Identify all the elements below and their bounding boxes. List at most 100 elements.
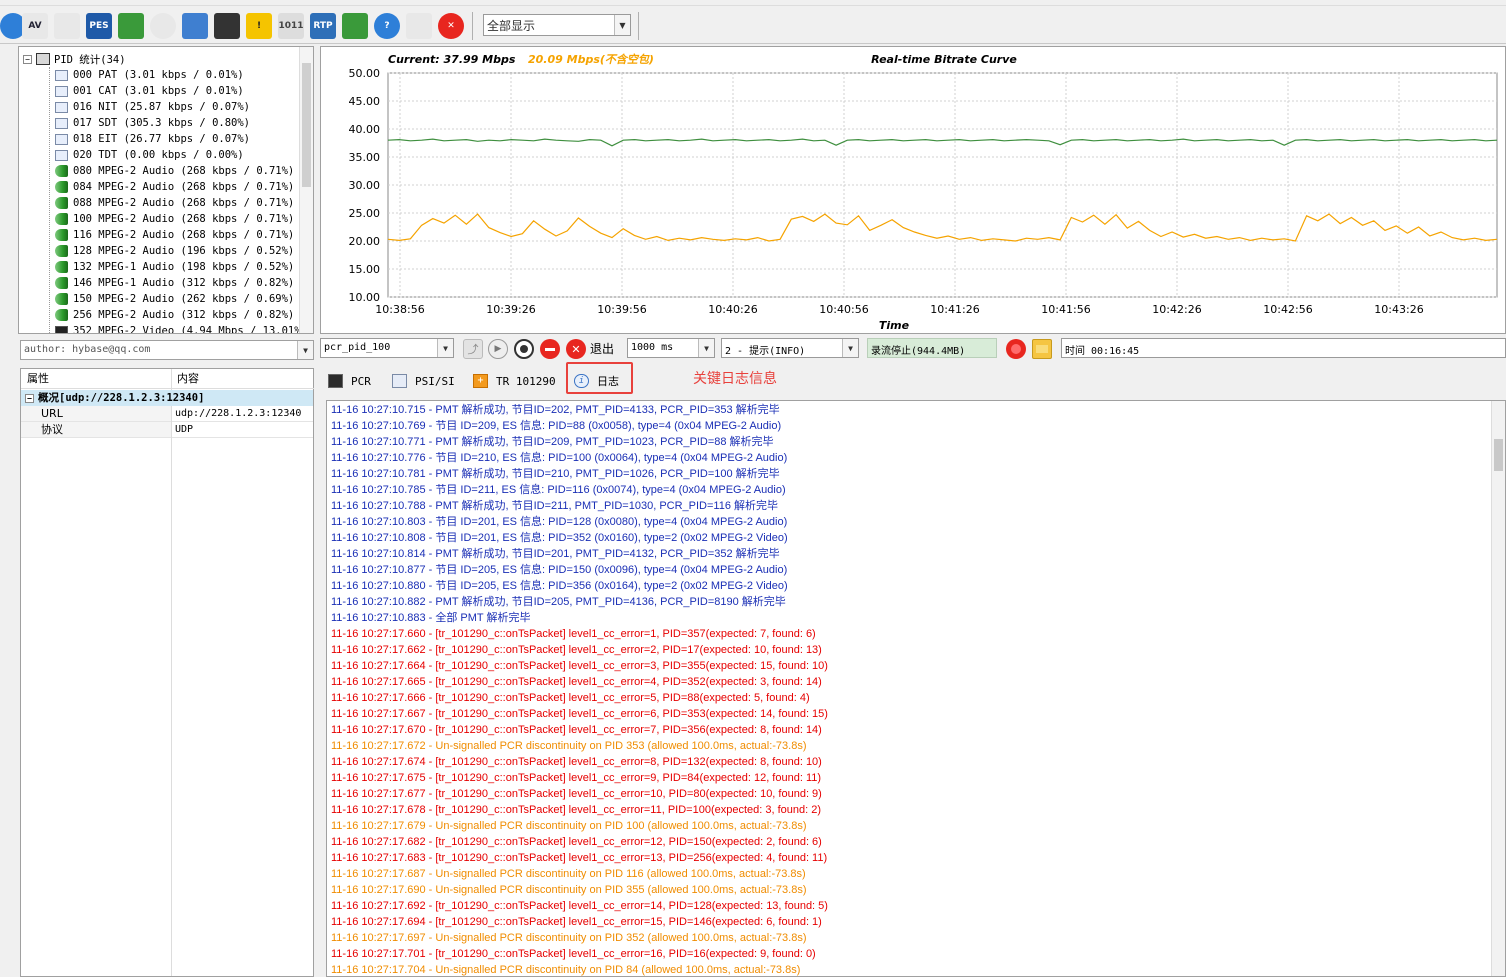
log-line: 11-16 10:27:17.677 - [tr_101290_c::onTsP… (331, 788, 822, 800)
tree-item-pid[interactable]: 020 TDT (0.00 kbps / 0.00%) (55, 147, 244, 163)
property-value[interactable]: udp://228.1.2.3:12340 (172, 406, 313, 422)
stop-icon: ✕ (447, 21, 455, 31)
pcr-pid-value: pcr_pid_100 (324, 342, 391, 353)
waveform-button[interactable] (54, 13, 80, 39)
tree-item-label: 016 NIT (25.87 kbps / 0.07%) (73, 101, 251, 113)
author-combo[interactable]: author: hybase@qq.com ▼ (20, 340, 314, 360)
tree-item-pid[interactable]: 017 SDT (305.3 kbps / 0.80%) (55, 115, 250, 131)
tree-root-pid-stats[interactable]: − PID 统计(34) (23, 51, 126, 67)
document-icon (55, 133, 68, 145)
x-tick-label: 10:41:26 (930, 303, 979, 316)
chevron-down-icon[interactable]: ▼ (698, 339, 714, 357)
tree-item-pid[interactable]: 016 NIT (25.87 kbps / 0.07%) (55, 99, 250, 115)
image-button[interactable] (342, 13, 368, 39)
property-value[interactable]: UDP (172, 422, 313, 438)
speaker-icon (55, 245, 68, 257)
log-level-select[interactable]: 2 - 提示(INFO) ▼ (721, 338, 859, 358)
tree-scrollbar[interactable] (299, 47, 313, 333)
tree-root-label: PID 统计(34) (54, 53, 126, 66)
log-scrollbar-thumb[interactable] (1494, 439, 1503, 471)
y-tick-label: 15.00 (349, 263, 381, 276)
current-bitrate-label: Current: 37.99 Mbps (388, 53, 516, 66)
property-group-overview[interactable]: − 概况[udp://228.1.2.3:12340] (21, 390, 313, 406)
toolbar-separator (638, 12, 639, 40)
chevron-down-icon[interactable]: ▼ (614, 15, 630, 35)
play-button[interactable]: ▶ (488, 339, 508, 359)
tab-psisi[interactable]: PSI/SI (392, 367, 455, 395)
warning-button[interactable]: ! (246, 13, 272, 39)
tree-item-pid[interactable]: 128 MPEG-2 Audio (196 kbps / 0.52%) (55, 243, 294, 259)
bitrate-chart-svg: 10.0015.0020.0025.0030.0035.0040.0045.00… (349, 53, 1498, 332)
x-tick-label: 10:42:56 (1263, 303, 1312, 316)
tree-item-label: 020 TDT (0.00 kbps / 0.00%) (73, 149, 244, 161)
tab-pcr[interactable]: PCR (328, 367, 371, 395)
tree-item-pid[interactable]: 088 MPEG-2 Audio (268 kbps / 0.71%) (55, 195, 294, 211)
tree-item-pid[interactable]: 146 MPEG-1 Audio (312 kbps / 0.82%) (55, 275, 294, 291)
stop-button[interactable]: ✕ (438, 13, 464, 39)
open-folder-button[interactable] (1032, 339, 1052, 359)
chevron-down-icon[interactable]: ▼ (842, 339, 858, 357)
chevron-down-icon[interactable]: ▼ (437, 339, 453, 357)
warning-icon: ! (256, 21, 262, 31)
tab-bar: PCR PSI/SI + TR 101290 i 日志 (320, 362, 1506, 400)
log-scrollbar[interactable] (1491, 401, 1505, 976)
log-line: 11-16 10:27:17.672 - Un-signalled PCR di… (331, 740, 807, 752)
tree-item-pid[interactable]: 000 PAT (3.01 kbps / 0.01%) (55, 67, 244, 83)
bar-chart-button[interactable] (182, 13, 208, 39)
monitor-button[interactable] (214, 13, 240, 39)
close-icon: ✕ (571, 342, 581, 356)
help-icon: ? (384, 21, 390, 31)
tree-item-pid[interactable]: 001 CAT (3.01 kbps / 0.01%) (55, 83, 244, 99)
log-line: 11-16 10:27:10.882 - PMT 解析成功, 节目ID=205,… (331, 596, 786, 608)
log-line: 11-16 10:27:10.785 - 节目 ID=211, ES 信息: P… (331, 484, 786, 496)
x-tick-label: 10:43:26 (1374, 303, 1423, 316)
pause-button[interactable] (540, 339, 560, 359)
documents-icon (392, 374, 407, 388)
tree-item-pid[interactable]: 150 MPEG-2 Audio (262 kbps / 0.69%) (55, 291, 294, 307)
y-tick-label: 20.00 (349, 235, 381, 248)
tab-tr101290[interactable]: + TR 101290 (473, 367, 556, 395)
col-header-property[interactable]: 属性 (21, 369, 171, 389)
chevron-down-icon[interactable]: ▼ (297, 341, 313, 359)
log-line: 11-16 10:27:17.666 - [tr_101290_c::onTsP… (331, 692, 810, 704)
tree-scrollbar-thumb[interactable] (302, 63, 311, 187)
record-button[interactable] (1006, 339, 1026, 359)
binary-button[interactable]: 1011 (278, 13, 304, 39)
record-stop-button[interactable] (514, 339, 534, 359)
record-status-text: 录流停止(944.4MB) (871, 346, 966, 357)
tree-item-pid[interactable]: 256 MPEG-2 Audio (312 kbps / 0.82%) (55, 307, 294, 323)
pes-button[interactable]: PES (86, 13, 112, 39)
column-divider (171, 369, 172, 976)
clock-button[interactable] (150, 13, 176, 39)
help-button[interactable]: ? (374, 13, 400, 39)
view-mode-select[interactable]: 全部显示 ▼ (483, 14, 631, 36)
tree-item-pid[interactable]: 018 EIT (26.77 kbps / 0.07%) (55, 131, 250, 147)
export-button[interactable]: ⤴ (463, 339, 483, 359)
exit-icon-button[interactable]: ✕ (566, 339, 586, 359)
tree-item-pid[interactable]: 080 MPEG-2 Audio (268 kbps / 0.71%) (55, 163, 294, 179)
list-button[interactable] (406, 13, 432, 39)
bitrate-chart: 10.00 15.00 20.00 25.00 30.00 35.00 40.00 45.00… (320, 46, 1506, 334)
interval-select[interactable]: 1000 ms ▼ (627, 338, 715, 358)
tree-item-pid[interactable]: 084 MPEG-2 Audio (268 kbps / 0.71%) (55, 179, 294, 195)
collapse-icon[interactable]: − (23, 54, 32, 64)
tree-item-label: 018 EIT (26.77 kbps / 0.07%) (73, 133, 251, 145)
pcr-pid-select[interactable]: pcr_pid_100 ▼ (320, 338, 454, 358)
tree-item-pid[interactable]: 116 MPEG-2 Audio (268 kbps / 0.71%) (55, 227, 294, 243)
collapse-icon[interactable]: − (25, 393, 34, 403)
tree-item-label: 132 MPEG-1 Audio (198 kbps / 0.52%) (73, 261, 295, 273)
pid-tree: − PID 统计(34) 000 PAT (3.01 kbps / 0.01%)… (18, 46, 314, 334)
tree-item-pid[interactable]: 132 MPEG-1 Audio (198 kbps / 0.52%) (55, 259, 294, 275)
col-header-content[interactable]: 内容 (171, 369, 314, 389)
log-level-value: 2 - 提示(INFO) (725, 346, 806, 357)
tree-item-pid[interactable]: 100 MPEG-2 Audio (268 kbps / 0.71%) (55, 211, 294, 227)
log-line: 11-16 10:27:17.697 - Un-signalled PCR di… (331, 932, 807, 944)
rtp-button[interactable]: RTP (310, 13, 336, 39)
av-button[interactable]: AV (22, 13, 48, 39)
tree-item-pid[interactable]: 352 MPEG-2 Video (4.94 Mbps / 13.01%) (55, 323, 307, 333)
tree-item-label: 128 MPEG-2 Audio (196 kbps / 0.52%) (73, 245, 295, 257)
log-line: 11-16 10:27:10.877 - 节目 ID=205, ES 信息: P… (331, 564, 788, 576)
log-line: 11-16 10:27:10.769 - 节目 ID=209, ES 信息: P… (331, 420, 782, 432)
exit-label[interactable]: 退出 (590, 340, 614, 357)
line-chart-button[interactable] (118, 13, 144, 39)
